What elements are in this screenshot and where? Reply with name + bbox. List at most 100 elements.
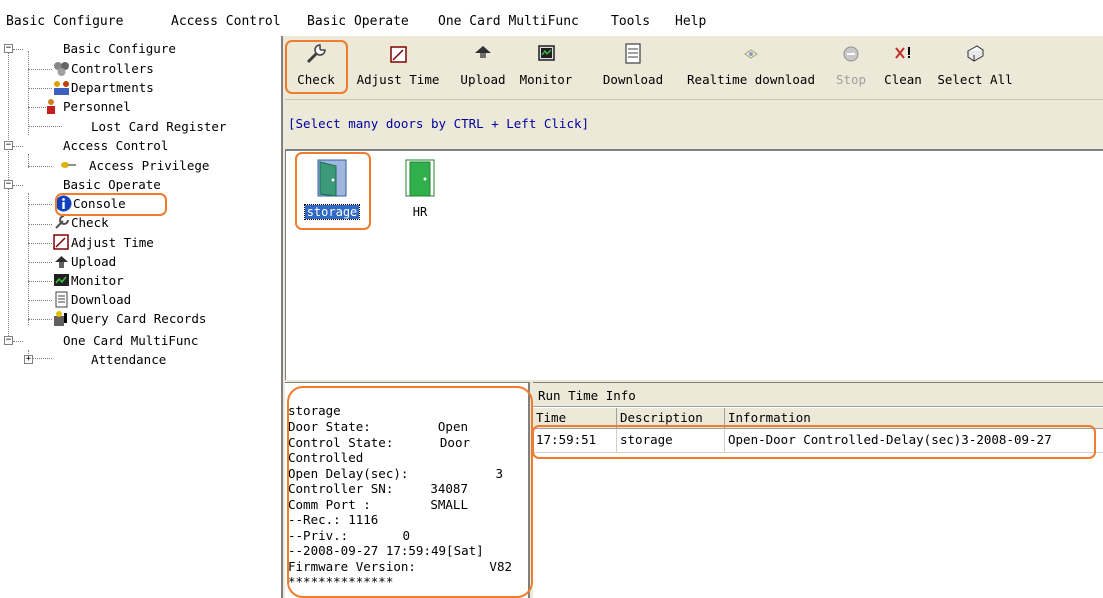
collapse-icon[interactable]: −	[4, 180, 13, 189]
adjust-time-icon	[390, 46, 407, 63]
firmware-value: V82	[489, 558, 512, 574]
realtime-download-button[interactable]: Realtime download	[678, 40, 824, 96]
collapse-icon[interactable]: −	[4, 44, 13, 53]
firmware-row: Firmware Version: V82	[288, 559, 518, 575]
firmware-label: Firmware Version:	[288, 558, 416, 574]
comm-port-value: SMALL	[430, 496, 468, 512]
monitor-button[interactable]: Monitor	[516, 40, 576, 96]
select-all-label: Select All	[937, 72, 1013, 87]
tree-controllers[interactable]: Controllers	[53, 59, 154, 78]
cell-time[interactable]: 17:59:51	[533, 429, 617, 453]
menu-one-card-multifunc[interactable]: One Card MultiFunc	[438, 14, 579, 30]
separator-stars: **************	[288, 574, 394, 589]
tree-access-control[interactable]: Access Control	[63, 136, 168, 155]
navigation-tree: − Basic Configure Controllers Department…	[0, 36, 283, 598]
tree-label: Monitor	[71, 273, 124, 288]
tree-lost-card-register[interactable]: Lost Card Register	[91, 117, 226, 136]
tree-label: Check	[71, 215, 109, 230]
collapse-icon[interactable]: −	[4, 336, 13, 345]
select-all-icon	[967, 45, 984, 62]
tree-attendance[interactable]: Attendance	[91, 350, 166, 369]
tree-basic-operate[interactable]: Basic Operate	[63, 175, 161, 194]
menu-tools[interactable]: Tools	[611, 14, 650, 30]
menu-basic-configure[interactable]: Basic Configure	[6, 14, 123, 30]
tree-label: Personnel	[63, 99, 131, 114]
personnel-icon	[47, 99, 55, 114]
query-records-icon	[54, 311, 67, 326]
runtime-caption-text: Run Time Info	[538, 388, 636, 403]
open-delay-label: Open Delay(sec):	[288, 465, 409, 481]
column-header-time[interactable]: Time	[533, 408, 617, 429]
door-label: HR	[412, 205, 428, 219]
priv-label: --Priv.:	[288, 527, 349, 543]
key-icon	[61, 162, 76, 168]
tree-check[interactable]: Check	[53, 213, 109, 232]
adjust-time-label: Adjust Time	[356, 72, 440, 87]
column-header-description[interactable]: Description	[617, 408, 725, 429]
menu-access-control[interactable]: Access Control	[171, 14, 281, 30]
check-button[interactable]: Check	[288, 40, 344, 96]
tree-access-privilege[interactable]: Access Privilege	[61, 156, 210, 175]
expand-icon[interactable]: +	[24, 355, 33, 364]
comm-port-label: Comm Port :	[288, 496, 371, 512]
tree-label: Lost Card Register	[91, 119, 227, 134]
open-delay-value: 3	[495, 465, 503, 481]
door-list[interactable]: storage HR	[285, 149, 1103, 380]
download-icon	[55, 291, 68, 308]
upload-button[interactable]: Upload	[453, 40, 513, 96]
tree-label: Query Card Records	[71, 311, 207, 326]
clean-label: Clean	[884, 72, 922, 87]
open-delay-row: Open Delay(sec): 3	[288, 466, 518, 482]
download-button[interactable]: Download	[593, 40, 673, 96]
door-status-panel: storage Door State: Open Control State: Do…	[285, 382, 530, 598]
cell-information[interactable]: Open-Door Controlled-Delay(sec)3-2008-09…	[725, 429, 1103, 453]
upload-icon	[55, 256, 68, 268]
toolbar: Check Adjust Time Upload Monitor Downloa…	[285, 36, 1103, 100]
door-label: storage	[303, 204, 361, 220]
tree-download[interactable]: Download	[53, 290, 131, 309]
controllers-icon	[54, 62, 69, 76]
tree-basic-configure[interactable]: Basic Configure	[63, 39, 176, 58]
clean-button[interactable]: Clean	[880, 40, 926, 96]
tree-console[interactable]: Console	[55, 194, 126, 213]
tree-label: Console	[73, 196, 126, 211]
departments-icon	[54, 81, 69, 95]
control-state-label: Control State:	[288, 434, 394, 450]
menu-basic-operate[interactable]: Basic Operate	[307, 14, 409, 30]
door-state-row: Door State: Open	[288, 419, 518, 435]
tree-adjust-time[interactable]: Adjust Time	[53, 233, 154, 252]
tree-label: Access Privilege	[89, 158, 210, 173]
priv-row: --Priv.: 0	[288, 528, 518, 544]
tree-departments[interactable]: Departments	[53, 78, 154, 97]
runtime-info-panel: Run Time Info Time Description Informati…	[533, 382, 1103, 598]
tree-one-card-multifunc[interactable]: One Card MultiFunc	[63, 331, 198, 350]
monitor-label: Monitor	[519, 72, 573, 87]
download-label: Download	[602, 72, 664, 87]
collapse-icon[interactable]: −	[4, 141, 13, 150]
menu-help[interactable]: Help	[675, 14, 706, 30]
clean-icon	[895, 47, 910, 59]
door-storage[interactable]: storage	[298, 154, 366, 220]
check-label: Check	[297, 72, 335, 87]
door-hr[interactable]: HR	[386, 154, 454, 219]
tree-label: Adjust Time	[71, 235, 154, 250]
column-header-information[interactable]: Information	[725, 408, 1103, 429]
monitor-icon	[538, 45, 555, 61]
tree-label: Download	[71, 292, 132, 307]
tree-monitor[interactable]: Monitor	[53, 271, 124, 290]
tree-label: Basic Configure	[63, 41, 176, 56]
hint-bar: [Select many doors by CTRL + Left Click]	[285, 101, 1103, 149]
tree-query-card-records[interactable]: Query Card Records	[53, 309, 206, 328]
tree-personnel[interactable]: Personnel	[47, 97, 131, 116]
select-all-button[interactable]: Select All	[935, 40, 1015, 96]
stop-button[interactable]: Stop	[831, 40, 871, 96]
adjust-time-button[interactable]: Adjust Time	[349, 40, 447, 96]
tree-upload[interactable]: Upload	[53, 252, 116, 271]
controller-sn-label: Controller SN:	[288, 481, 394, 496]
control-state-continuation: Controlled	[288, 450, 364, 465]
upload-label: Upload	[460, 72, 506, 87]
hint-text: [Select many doors by CTRL + Left Click]	[288, 116, 590, 131]
runtime-caption: Run Time Info	[533, 383, 1103, 407]
adjust-time-icon	[53, 234, 69, 250]
cell-description[interactable]: storage	[617, 429, 725, 453]
